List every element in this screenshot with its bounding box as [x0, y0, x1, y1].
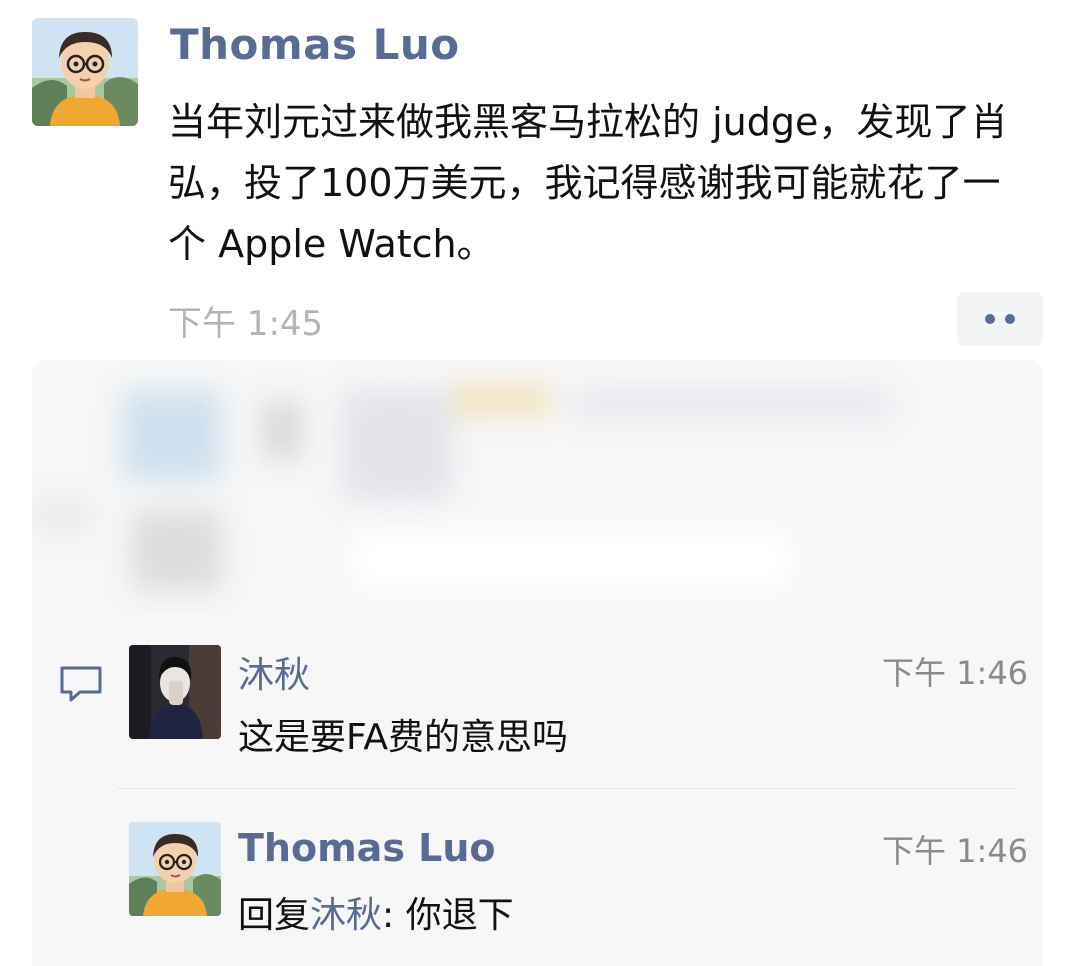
- post-author-name[interactable]: Thomas Luo: [170, 20, 460, 69]
- post-timestamp: 下午 1:45: [168, 304, 324, 344]
- comment-author-name[interactable]: 沐秋: [238, 646, 310, 698]
- comment-text[interactable]: 回复沐秋: 你退下: [238, 886, 514, 938]
- comment-timestamp: 下午 1:46: [882, 832, 1029, 870]
- commenter-avatar[interactable]: [129, 822, 221, 916]
- cartoon-avatar-image: [129, 822, 221, 916]
- portrait-avatar-image: [129, 645, 221, 739]
- blurred-content: [32, 360, 1043, 612]
- commenter-avatar[interactable]: [129, 645, 221, 739]
- post-body-text: 当年刘元过来做我黑客马拉松的 judge，发现了肖弘，投了100万美元，我记得感…: [168, 100, 1009, 266]
- cartoon-avatar-image: [32, 18, 138, 126]
- reply-to-user-link[interactable]: 沐秋: [310, 895, 382, 936]
- ellipsis-icon: [1005, 314, 1015, 324]
- post-author-avatar[interactable]: [32, 18, 138, 126]
- comment-author-name[interactable]: Thomas Luo: [238, 826, 496, 870]
- reply-body: 你退下: [405, 895, 514, 936]
- ellipsis-icon: [985, 314, 995, 324]
- reply-separator: :: [382, 895, 406, 936]
- comment-text[interactable]: 这是要FA费的意思吗: [238, 708, 568, 760]
- comment-bubble-icon: [60, 666, 102, 702]
- reply-prefix: 回复: [238, 895, 311, 936]
- more-actions-button[interactable]: [957, 292, 1043, 346]
- comment-timestamp: 下午 1:46: [882, 654, 1029, 692]
- comment-divider: [118, 788, 1015, 789]
- likes-section-blurred: [32, 360, 1043, 612]
